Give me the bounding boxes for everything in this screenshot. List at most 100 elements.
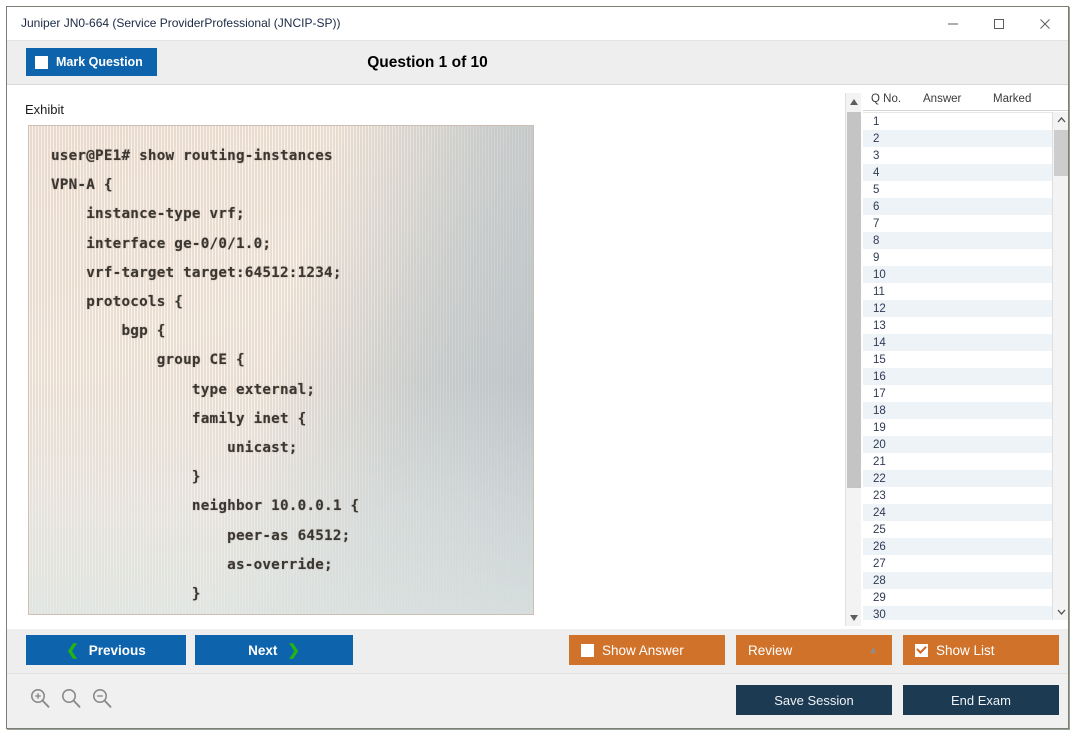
question-list-row[interactable]: 2 (863, 130, 1052, 147)
column-header-marked: Marked (993, 93, 1063, 105)
question-number-cell: 21 (863, 456, 923, 468)
question-list-panel: Q No. Answer Marked 12345678910111213141… (863, 87, 1068, 628)
question-list-row[interactable]: 25 (863, 521, 1052, 538)
caret-down-icon (850, 615, 858, 621)
question-number-cell: 22 (863, 473, 923, 485)
question-list-row[interactable]: 14 (863, 334, 1052, 351)
question-list-row[interactable]: 12 (863, 300, 1052, 317)
question-number-cell: 2 (863, 133, 923, 145)
zoom-in-icon[interactable] (29, 687, 51, 709)
question-list-row[interactable]: 15 (863, 351, 1052, 368)
question-list-row[interactable]: 3 (863, 147, 1052, 164)
question-list-scrollbar[interactable] (1052, 112, 1068, 620)
minimize-button[interactable] (930, 7, 976, 40)
exhibit-content-pane: Exhibit user@PE1# show routing-instances… (7, 85, 838, 626)
question-list-rows[interactable]: 1234567891011121314151617181920212223242… (863, 112, 1052, 620)
question-list-row[interactable]: 9 (863, 249, 1052, 266)
question-number-cell: 19 (863, 422, 923, 434)
show-answer-label: Show Answer (602, 643, 684, 658)
content-scrollbar[interactable] (845, 93, 861, 626)
chevron-up-icon (1057, 117, 1066, 123)
content-scroll-thumb[interactable] (847, 112, 861, 488)
question-list-row[interactable]: 1 (863, 113, 1052, 130)
question-list-row[interactable]: 4 (863, 164, 1052, 181)
question-list-row[interactable]: 8 (863, 232, 1052, 249)
question-number-cell: 3 (863, 150, 923, 162)
question-list-row[interactable]: 20 (863, 436, 1052, 453)
show-answer-checkbox[interactable] (581, 644, 594, 657)
list-scroll-thumb[interactable] (1054, 130, 1068, 176)
question-number-cell: 24 (863, 507, 923, 519)
review-dropdown-label: Review (748, 643, 792, 658)
show-list-button[interactable]: Show List (903, 635, 1059, 665)
show-answer-button[interactable]: Show Answer (569, 635, 725, 665)
question-list-row[interactable]: 16 (863, 368, 1052, 385)
question-number-cell: 13 (863, 320, 923, 332)
question-list-row[interactable]: 28 (863, 572, 1052, 589)
question-number-cell: 17 (863, 388, 923, 400)
question-list-row[interactable]: 11 (863, 283, 1052, 300)
close-button[interactable] (1022, 7, 1068, 40)
question-list-row[interactable]: 7 (863, 215, 1052, 232)
show-list-checkbox[interactable] (915, 644, 928, 657)
review-dropdown[interactable]: Review ▲ (736, 635, 892, 665)
maximize-button[interactable] (976, 7, 1022, 40)
question-number-cell: 29 (863, 592, 923, 604)
next-button[interactable]: Next ❯ (195, 635, 353, 665)
list-scroll-up-arrow[interactable] (1053, 112, 1069, 128)
previous-button-label: Previous (89, 643, 146, 658)
zoom-out-icon[interactable] (91, 687, 113, 709)
content-scroll-up-arrow[interactable] (846, 93, 862, 110)
question-list-row[interactable]: 17 (863, 385, 1052, 402)
header-bar: Mark Question Question 1 of 10 (7, 41, 1068, 85)
question-number-cell: 8 (863, 235, 923, 247)
list-scroll-down-arrow[interactable] (1053, 604, 1069, 620)
question-number-cell: 5 (863, 184, 923, 196)
save-session-button[interactable]: Save Session (736, 685, 892, 715)
mark-question-label: Mark Question (56, 55, 143, 69)
question-number-cell: 1 (863, 116, 923, 128)
question-number-cell: 16 (863, 371, 923, 383)
zoom-reset-icon[interactable] (60, 687, 82, 709)
primary-toolbar: ❮ Previous Next ❯ Show Answer Review ▲ S… (7, 629, 1068, 673)
question-number-cell: 20 (863, 439, 923, 451)
previous-button[interactable]: ❮ Previous (26, 635, 186, 665)
question-list-row[interactable]: 5 (863, 181, 1052, 198)
question-number-cell: 15 (863, 354, 923, 366)
exhibit-config-text: user@PE1# show routing-instances VPN-A {… (51, 142, 533, 615)
mark-question-button[interactable]: Mark Question (26, 48, 157, 76)
mark-question-checkbox[interactable] (35, 56, 48, 69)
question-list-row[interactable]: 13 (863, 317, 1052, 334)
close-icon (1039, 18, 1051, 30)
question-list-row[interactable]: 21 (863, 453, 1052, 470)
question-list-row[interactable]: 6 (863, 198, 1052, 215)
question-number-cell: 14 (863, 337, 923, 349)
content-scroll-down-arrow[interactable] (846, 609, 862, 626)
question-number-cell: 11 (863, 286, 923, 298)
end-exam-label: End Exam (951, 693, 1011, 708)
question-list-row[interactable]: 22 (863, 470, 1052, 487)
question-list-row[interactable]: 23 (863, 487, 1052, 504)
question-list-row[interactable]: 18 (863, 402, 1052, 419)
question-list-row[interactable]: 30 (863, 606, 1052, 620)
question-number-cell: 10 (863, 269, 923, 281)
question-number-cell: 30 (863, 609, 923, 621)
exhibit-label: Exhibit (25, 102, 64, 117)
end-exam-button[interactable]: End Exam (903, 685, 1059, 715)
question-list-row[interactable]: 19 (863, 419, 1052, 436)
question-list-row[interactable]: 29 (863, 589, 1052, 606)
secondary-toolbar: Save Session End Exam (7, 673, 1068, 729)
maximize-icon (993, 18, 1005, 30)
question-list-row[interactable]: 26 (863, 538, 1052, 555)
title-bar: Juniper JN0-664 (Service ProviderProfess… (7, 7, 1068, 41)
caret-up-icon (850, 99, 858, 105)
question-number-cell: 27 (863, 558, 923, 570)
question-list-row[interactable]: 24 (863, 504, 1052, 521)
question-list-row[interactable]: 10 (863, 266, 1052, 283)
exhibit-image[interactable]: user@PE1# show routing-instances VPN-A {… (28, 125, 534, 615)
question-number-cell: 12 (863, 303, 923, 315)
question-counter: Question 1 of 10 (7, 41, 1068, 85)
question-number-cell: 7 (863, 218, 923, 230)
chevron-right-icon: ❯ (287, 641, 300, 659)
question-list-row[interactable]: 27 (863, 555, 1052, 572)
